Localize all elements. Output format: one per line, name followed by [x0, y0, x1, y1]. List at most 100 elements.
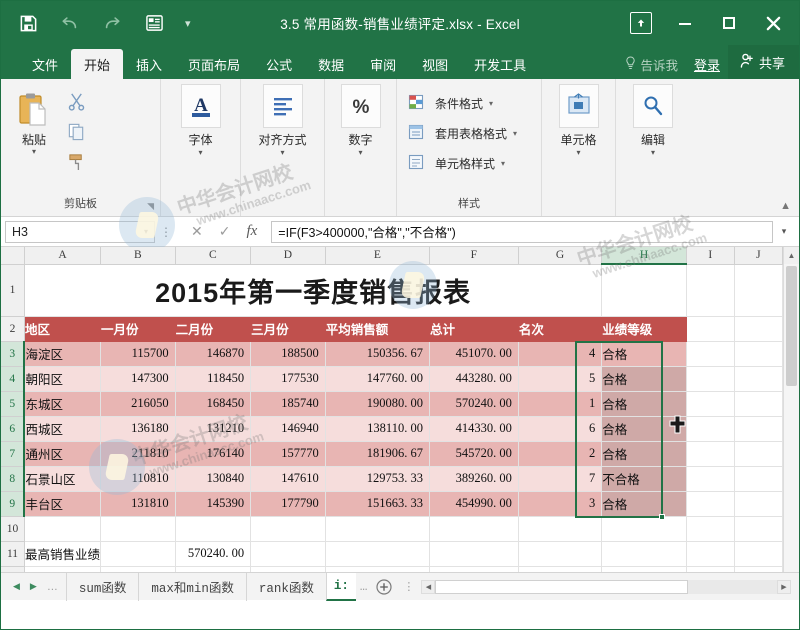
cell-j3[interactable]	[734, 341, 783, 367]
cell-b10[interactable]	[100, 516, 176, 542]
cell-a6[interactable]: 西城区	[24, 416, 102, 442]
sheet-tab-overflow[interactable]: …	[356, 573, 372, 601]
cell-h5[interactable]: 合格	[601, 391, 687, 417]
cell-j8[interactable]	[734, 466, 783, 492]
save-icon[interactable]	[15, 10, 41, 36]
cell-h3[interactable]: 合格	[601, 341, 687, 367]
cell-d5[interactable]: 185740	[250, 391, 326, 417]
column-header-h[interactable]: H	[601, 247, 687, 265]
column-header-d[interactable]: D	[250, 247, 326, 265]
cell-g8[interactable]: 7	[518, 466, 603, 492]
cell-f7[interactable]: 545720. 00	[429, 441, 519, 467]
cell-c6[interactable]: 131210	[175, 416, 252, 442]
col-title-average[interactable]: 平均销售额	[325, 316, 430, 342]
format-as-table-caret-icon[interactable]: ▾	[513, 129, 517, 138]
sheet-bar-grip[interactable]: ⋮	[397, 580, 419, 593]
cell-d4[interactable]: 177530	[250, 366, 326, 392]
cell-g11[interactable]	[518, 541, 603, 567]
cell-i6[interactable]	[686, 416, 735, 442]
cell-f6[interactable]: 414330. 00	[429, 416, 519, 442]
formula-bar-grip[interactable]: ⋮	[155, 225, 177, 239]
ribbon-display-options-icon[interactable]	[621, 6, 661, 40]
alignment-button[interactable]: 对齐方式 ▾	[255, 84, 311, 157]
cancel-icon[interactable]: ✕	[191, 223, 203, 240]
col-title-rank[interactable]: 名次	[518, 316, 603, 342]
cell-a8[interactable]: 石景山区	[24, 466, 102, 492]
copy-icon[interactable]	[61, 118, 91, 144]
cell-d8[interactable]: 147610	[250, 466, 326, 492]
col-title-total[interactable]: 总计	[429, 316, 519, 342]
undo-icon[interactable]	[57, 10, 83, 36]
cell-f10[interactable]	[429, 516, 519, 542]
cell-h7[interactable]: 合格	[601, 441, 687, 467]
minimize-icon[interactable]	[665, 6, 705, 40]
col-title-region[interactable]: 地区	[24, 316, 102, 342]
ribbon-tab-review[interactable]: 审阅	[357, 49, 409, 79]
cell-c5[interactable]: 168450	[175, 391, 252, 417]
column-header-j[interactable]: J	[734, 247, 783, 265]
column-header-i[interactable]: I	[686, 247, 735, 265]
cell-i1[interactable]	[686, 264, 735, 317]
cell-h9[interactable]: 合格	[601, 491, 687, 517]
cell-j11[interactable]	[734, 541, 783, 567]
cell-i10[interactable]	[686, 516, 735, 542]
row-header-3[interactable]: 3	[1, 341, 26, 367]
vertical-scroll-thumb[interactable]	[786, 266, 797, 386]
cell-g7[interactable]: 2	[518, 441, 603, 467]
cell-b9[interactable]: 131810	[100, 491, 176, 517]
cell-h12[interactable]	[601, 566, 687, 572]
redo-icon[interactable]	[99, 10, 125, 36]
cell-c7[interactable]: 176140	[175, 441, 252, 467]
editing-button[interactable]: 编辑 ▾	[625, 84, 681, 157]
cell-c3[interactable]: 146870	[175, 341, 252, 367]
col-title-mar[interactable]: 三月份	[250, 316, 326, 342]
scroll-up-icon[interactable]: ▲	[783, 247, 799, 264]
cell-d3[interactable]: 188500	[250, 341, 326, 367]
cell-j12[interactable]	[734, 566, 783, 572]
conditional-formatting-button[interactable]: 条件格式 ▾	[403, 88, 493, 118]
formula-bar-expand-icon[interactable]: ▾	[773, 226, 795, 237]
horizontal-scroll-thumb[interactable]	[435, 579, 689, 594]
tell-me-box[interactable]: 告诉我	[617, 49, 686, 79]
paste-caret-icon[interactable]: ▾	[32, 148, 36, 156]
insert-function-icon[interactable]: fx	[246, 223, 257, 240]
sheet-tab-sum[interactable]: sum函数	[65, 572, 139, 601]
column-header-a[interactable]: A	[24, 247, 102, 265]
row-header-8[interactable]: 8	[1, 466, 26, 492]
close-icon[interactable]	[753, 6, 793, 40]
cell-i7[interactable]	[686, 441, 735, 467]
horizontal-scroll-track[interactable]	[435, 579, 777, 594]
cell-f8[interactable]: 389260. 00	[429, 466, 519, 492]
alignment-caret-icon[interactable]: ▾	[280, 149, 284, 157]
cell-a4[interactable]: 朝阳区	[24, 366, 102, 392]
cell-j4[interactable]	[734, 366, 783, 392]
selection-fill-handle[interactable]	[659, 514, 665, 520]
sheet-tab-rank[interactable]: rank函数	[245, 572, 326, 601]
cell-h11[interactable]	[601, 541, 687, 567]
column-header-c[interactable]: C	[175, 247, 252, 265]
paste-button[interactable]: 粘贴 ▾	[7, 84, 61, 156]
font-button[interactable]: A 字体 ▾	[173, 84, 229, 157]
cell-a12[interactable]: 最低销售业绩	[24, 566, 102, 572]
row-header-4[interactable]: 4	[1, 366, 26, 392]
cell-d10[interactable]	[250, 516, 326, 542]
cell-styles-button[interactable]: 单元格样式 ▾	[403, 148, 505, 178]
row-header-1[interactable]: 1	[1, 264, 25, 317]
cell-e10[interactable]	[325, 516, 430, 542]
cell-i4[interactable]	[686, 366, 735, 392]
cell-i9[interactable]	[686, 491, 735, 517]
horizontal-scrollbar[interactable]: ◀ ▶	[421, 579, 791, 595]
cell-f3[interactable]: 451070. 00	[429, 341, 519, 367]
sheet-tab-maxmin[interactable]: max和min函数	[138, 572, 246, 601]
cell-j1[interactable]	[734, 264, 783, 317]
cell-i12[interactable]	[686, 566, 735, 572]
cell-c9[interactable]: 145390	[175, 491, 252, 517]
cell-c10[interactable]	[175, 516, 252, 542]
scroll-left-icon[interactable]: ◀	[421, 579, 436, 594]
sheet-prev-icon[interactable]: ◀	[13, 581, 20, 592]
format-as-table-button[interactable]: 套用表格格式 ▾	[403, 118, 517, 148]
cell-f11[interactable]	[429, 541, 519, 567]
scroll-right-icon[interactable]: ▶	[777, 579, 791, 594]
cell-j7[interactable]	[734, 441, 783, 467]
cell-e12[interactable]	[325, 566, 430, 572]
